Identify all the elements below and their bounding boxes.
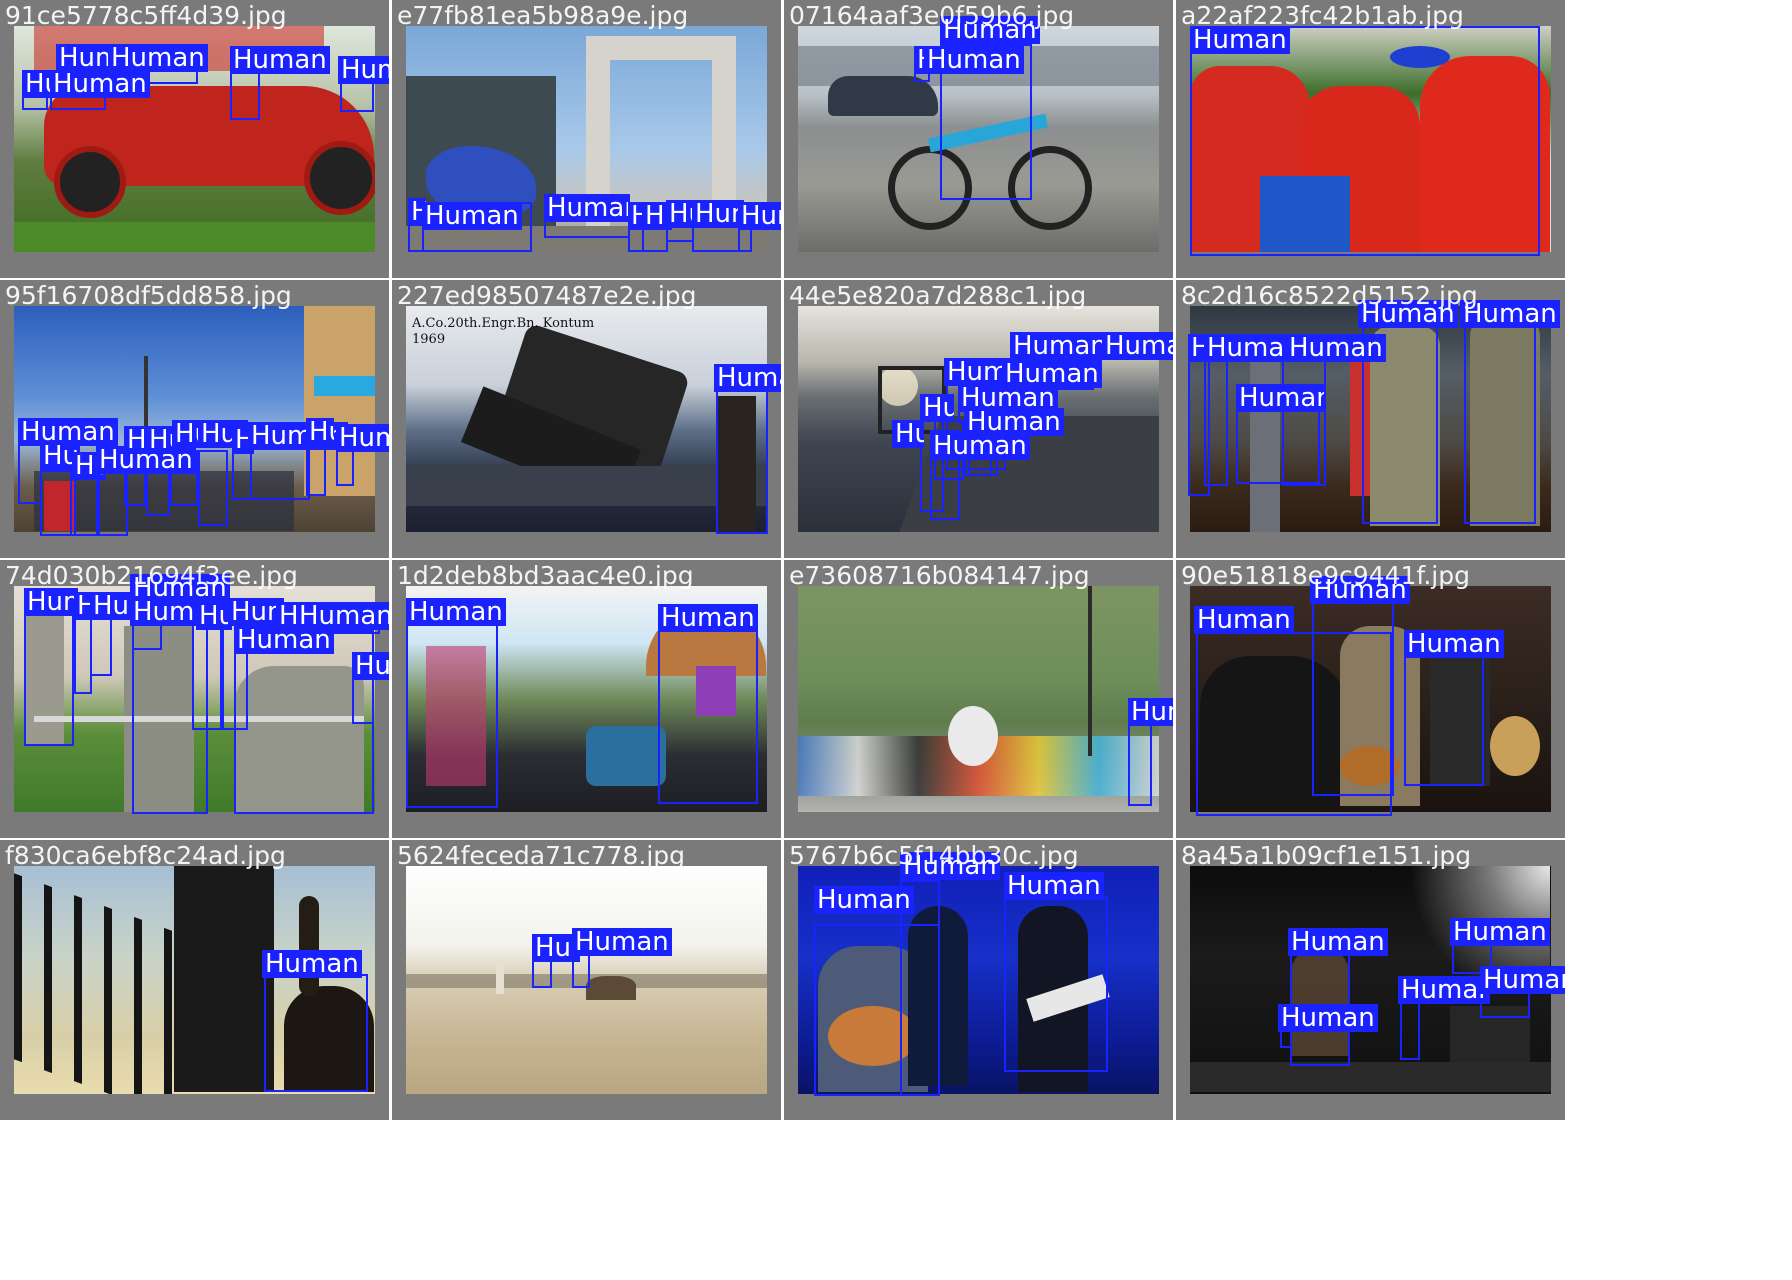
detection-grid: 91ce5778c5ff4d39.jpg Human Human Human H…: [0, 0, 1792, 1280]
detection-label: Human: [296, 602, 389, 630]
detection-label: Human: [406, 598, 506, 626]
tile-filename: 07164aaf3e0f59b6.jpg: [789, 1, 1075, 30]
tile-filename: 74d030b21694f3ee.jpg: [5, 561, 298, 590]
detection-label: Human: [130, 598, 204, 626]
detection-box: [264, 974, 368, 1092]
tile-filename: e73608716b084147.jpg: [789, 561, 1090, 590]
tile-filename: e77fb81ea5b98a9e.jpg: [397, 1, 689, 30]
image-tile: 44e5e820a7d288c1.jpg Human Human Human H…: [784, 280, 1173, 558]
tile-filename: 8c2d16c8522d5152.jpg: [1181, 281, 1478, 310]
detection-label: Human: [1236, 384, 1324, 412]
image-tile: 8c2d16c8522d5152.jpg Human Human Human H…: [1176, 280, 1565, 558]
detection-label: Human: [572, 928, 672, 956]
detection-label: Human: [738, 202, 781, 230]
detection-label: Human: [338, 56, 389, 84]
detection-label: Human: [1128, 698, 1173, 726]
image-tile: 5624feceda71c778.jpg Human Human: [392, 840, 781, 1120]
detection-box: [1128, 720, 1152, 806]
detection-label: Human: [944, 358, 1010, 386]
detection-label: Human: [262, 950, 362, 978]
detection-box: [406, 622, 498, 808]
detection-box: [716, 388, 768, 534]
detection-label: Human: [1288, 928, 1388, 956]
detection-label: Human: [196, 602, 232, 630]
image-tile: 227ed98507487e2e.jpg A.Co.20th.Engr.Bn. …: [392, 280, 781, 558]
photo: [798, 586, 1159, 812]
detection-box: [658, 626, 758, 804]
image-tile: f830ca6ebf8c24ad.jpg Human: [0, 840, 389, 1120]
image-tile: 91ce5778c5ff4d39.jpg Human Human Human H…: [0, 0, 389, 278]
detection-label: Human: [56, 44, 110, 72]
detection-label: Human: [924, 46, 1024, 74]
detection-label: Human: [352, 652, 389, 680]
detection-label: Human: [1194, 606, 1294, 634]
detection-label: Human: [1190, 26, 1290, 54]
tile-filename: 8a45a1b09cf1e151.jpg: [1181, 841, 1472, 870]
detection-box: [1004, 896, 1108, 1072]
detection-label: Human: [692, 200, 744, 228]
tile-filename: 227ed98507487e2e.jpg: [397, 281, 697, 310]
detection-label: Human: [714, 364, 781, 392]
detection-label: Human: [1004, 872, 1104, 900]
photo-caption: A.Co.20th.Engr.Bn. Kontum: [412, 316, 595, 331]
image-tile: 1d2deb8bd3aac4e0.jpg Human Human: [392, 560, 781, 838]
detection-label: Human: [1404, 630, 1504, 658]
tile-filename: 90e51818e9c9441f.jpg: [1181, 561, 1470, 590]
detection-box: [1190, 26, 1540, 256]
tile-filename: 44e5e820a7d288c1.jpg: [789, 281, 1087, 310]
image-tile: 07164aaf3e0f59b6.jpg Human Human Human: [784, 0, 1173, 278]
tile-filename: 5624feceda71c778.jpg: [397, 841, 686, 870]
detection-label: Human: [146, 426, 174, 454]
photo: [406, 306, 767, 532]
detection-label: Human: [230, 46, 330, 74]
tile-filename: 5767b6c5f14bb30c.jpg: [789, 841, 1079, 870]
detection-label: Human: [50, 70, 150, 98]
detection-box: [1312, 602, 1394, 796]
image-tile: 95f16708df5dd858.jpg Human Human Human H…: [0, 280, 389, 558]
detection-label: Human: [658, 604, 758, 632]
tile-filename: a22af223fc42b1ab.jpg: [1181, 1, 1464, 30]
detection-box: [340, 82, 374, 112]
tile-filename: f830ca6ebf8c24ad.jpg: [5, 841, 286, 870]
detection-label: Human: [1480, 966, 1565, 994]
detection-label: Human: [892, 420, 924, 448]
tile-filename: 91ce5778c5ff4d39.jpg: [5, 1, 287, 30]
detection-label: Human: [1450, 918, 1550, 946]
tile-filename: 1d2deb8bd3aac4e0.jpg: [397, 561, 694, 590]
image-tile: e73608716b084147.jpg Human: [784, 560, 1173, 838]
detection-label: Human: [1010, 332, 1110, 360]
detection-label: Human: [1278, 1004, 1378, 1032]
detection-box: [18, 444, 42, 504]
image-tile: 5767b6c5f14bb30c.jpg Human Human Human: [784, 840, 1173, 1120]
image-tile: 90e51818e9c9441f.jpg Human Human Human: [1176, 560, 1565, 838]
detection-box: [1464, 302, 1536, 524]
detection-label: Human: [920, 394, 954, 422]
detection-label: Human: [306, 418, 334, 446]
detection-box: [1400, 1000, 1420, 1060]
detection-box: [232, 450, 252, 500]
image-tile: a22af223fc42b1ab.jpg Human: [1176, 0, 1565, 278]
tile-filename: 95f16708df5dd858.jpg: [5, 281, 292, 310]
detection-label: Human: [814, 886, 914, 914]
detection-label: Human: [336, 424, 389, 452]
image-tile: e77fb81ea5b98a9e.jpg Human Human Human H…: [392, 0, 781, 278]
image-tile: 74d030b21694f3ee.jpg Human Human Human H…: [0, 560, 389, 838]
detection-label: Human: [422, 202, 522, 230]
detection-label: Human: [1102, 332, 1173, 360]
detection-label: Human: [544, 194, 630, 222]
detection-label: Human: [930, 432, 1030, 460]
image-tile: 8a45a1b09cf1e151.jpg Human Human Human H…: [1176, 840, 1565, 1120]
detection-box: [1404, 656, 1484, 786]
photo-caption-year: 1969: [412, 332, 446, 347]
detection-label: Human: [1398, 976, 1490, 1004]
detection-label: Human: [24, 588, 78, 616]
detection-label: Human: [108, 44, 208, 72]
detection-box: [192, 620, 222, 730]
detection-box: [198, 450, 228, 526]
detection-label: Human: [1286, 334, 1386, 362]
